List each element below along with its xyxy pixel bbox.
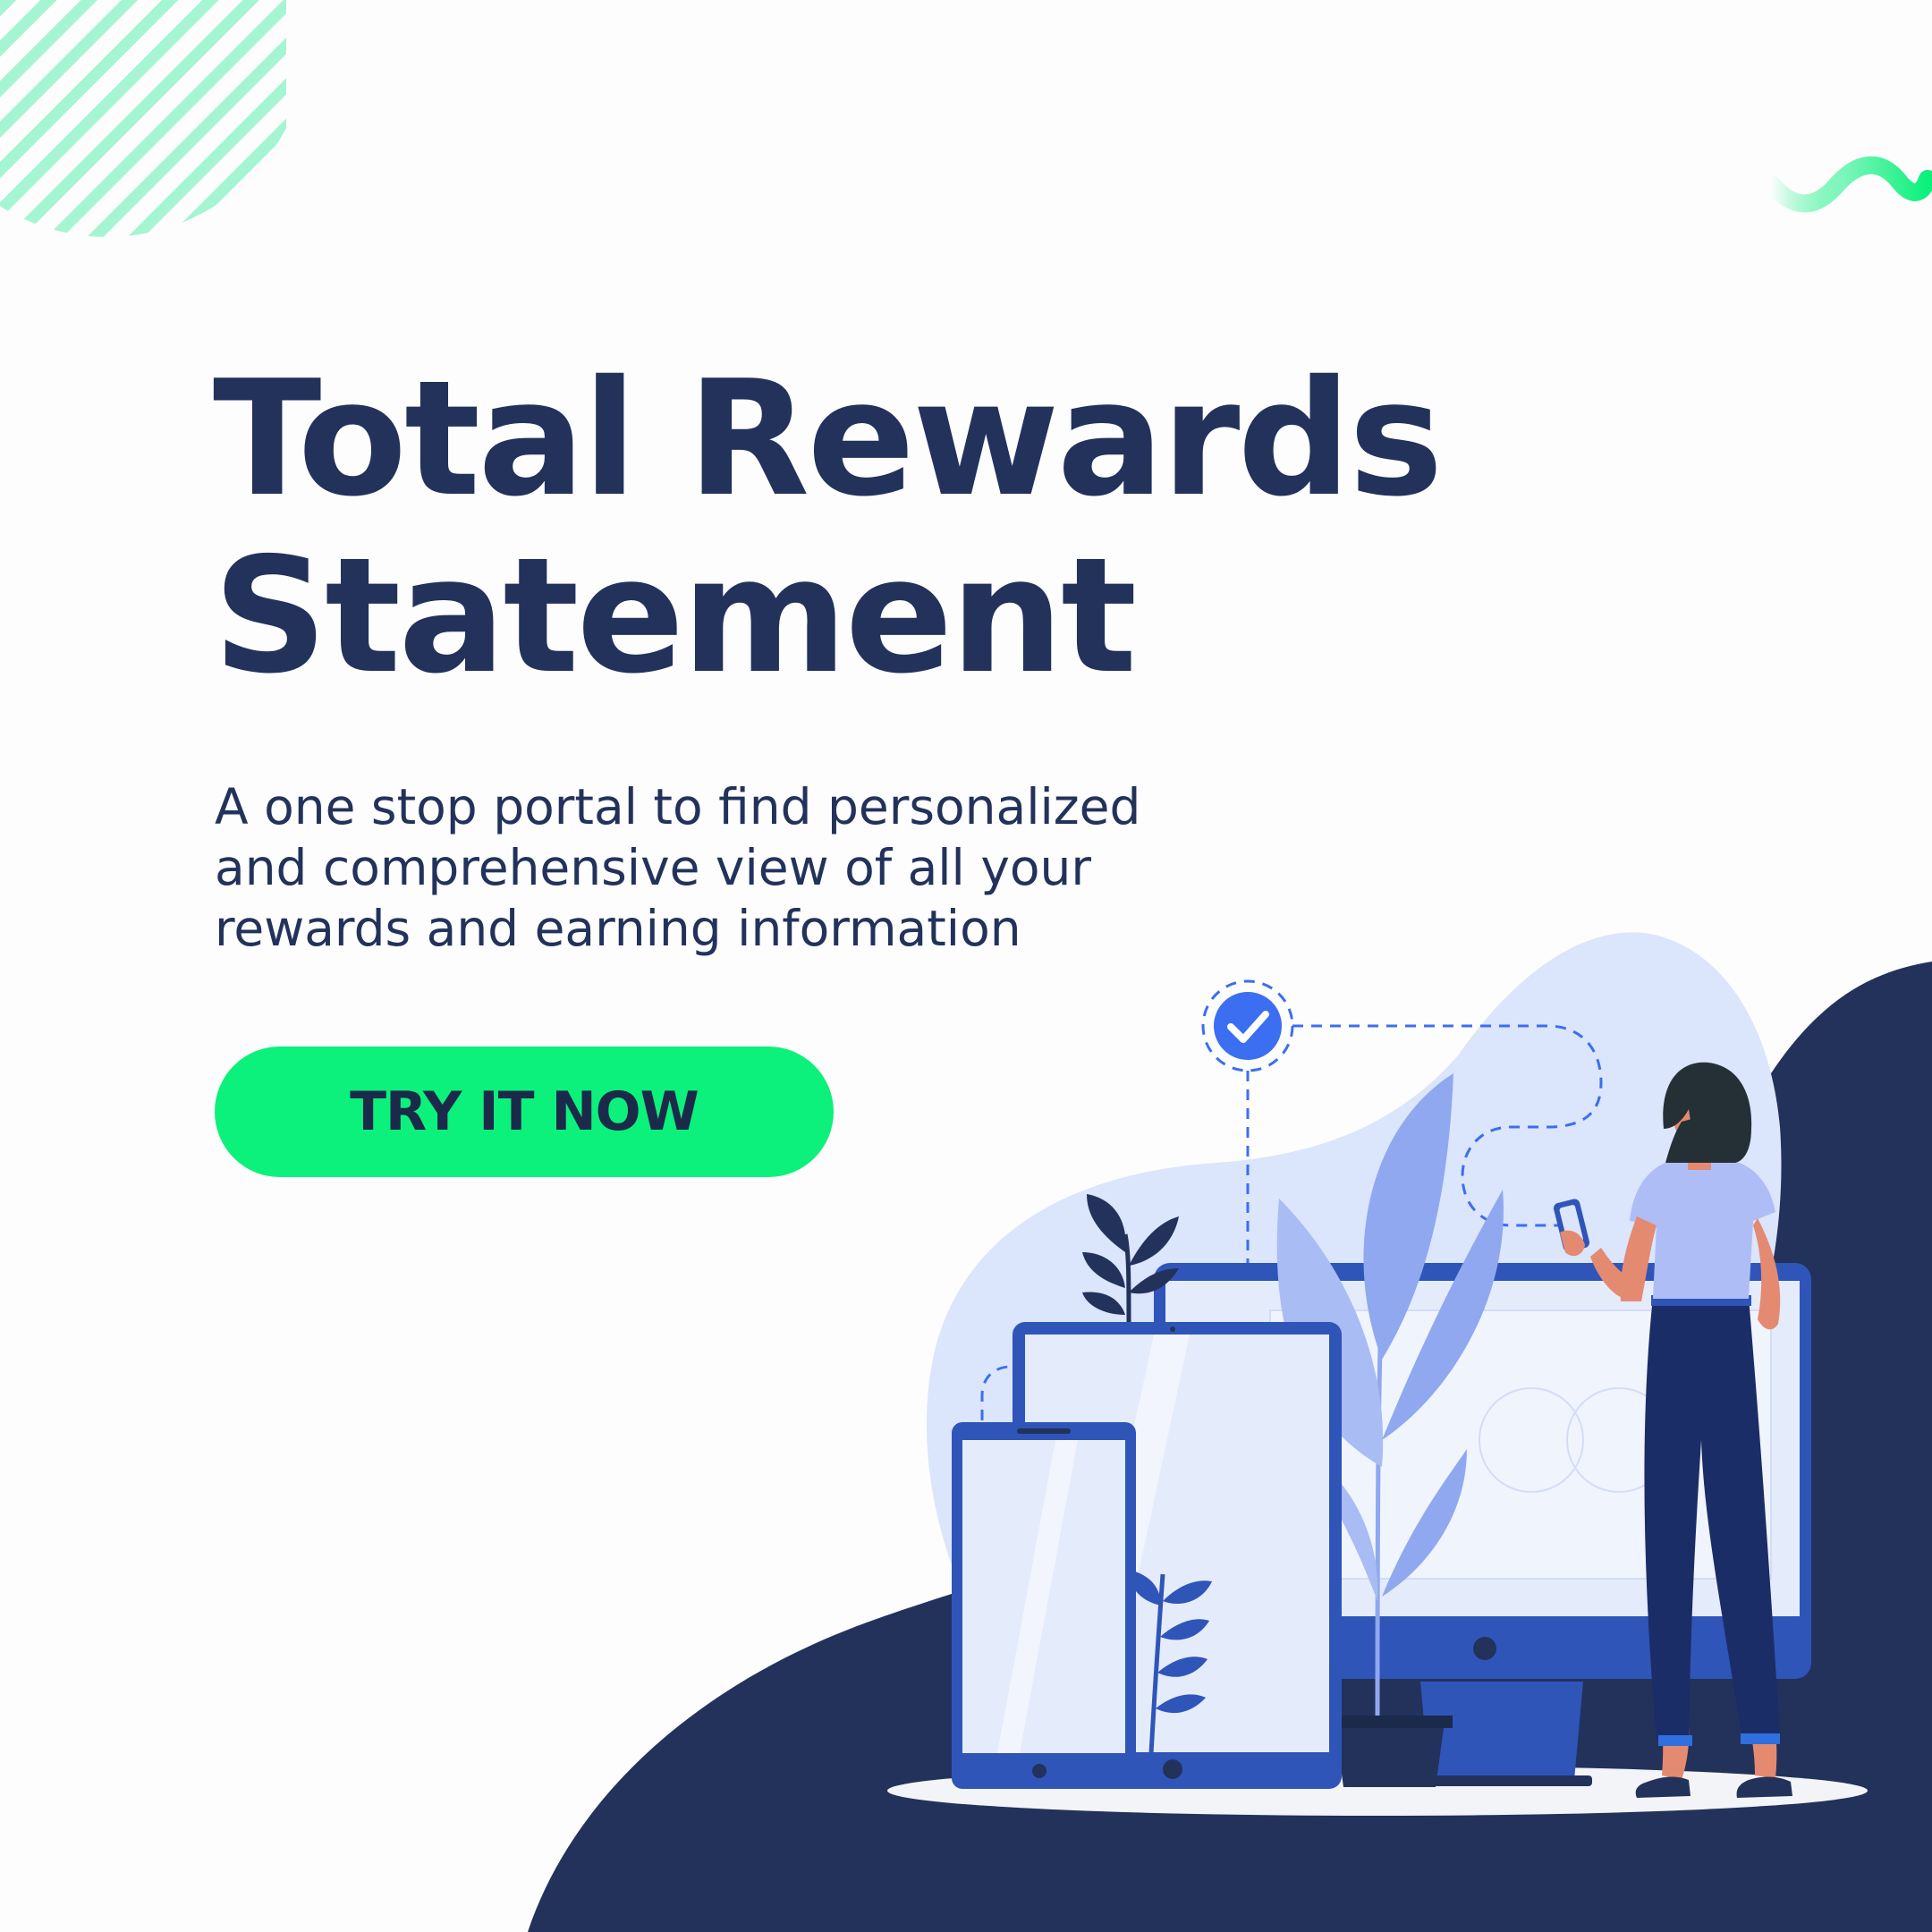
description-line-3: rewards and earning information bbox=[215, 900, 1021, 957]
title-line-1: Total Rewards bbox=[213, 346, 1444, 531]
description-line-1: A one stop portal to find personalized bbox=[215, 778, 1141, 835]
page-title: Total Rewards Statement bbox=[213, 346, 1444, 708]
striped-circle-decoration bbox=[0, 0, 286, 237]
try-it-now-button[interactable]: TRY IT NOW bbox=[215, 1046, 834, 1177]
description-line-2: and comprehensive view of all your bbox=[215, 839, 1091, 896]
illustration bbox=[0, 0, 1932, 1932]
banner: Total Rewards Statement A one stop porta… bbox=[0, 0, 1932, 1932]
title-line-2: Statement bbox=[213, 523, 1137, 708]
description-text: A one stop portal to find personalized a… bbox=[215, 776, 1324, 959]
checkmark-badge bbox=[1201, 979, 1294, 1072]
squiggle-decoration bbox=[1762, 156, 1932, 213]
smartphone bbox=[952, 1422, 1136, 1789]
